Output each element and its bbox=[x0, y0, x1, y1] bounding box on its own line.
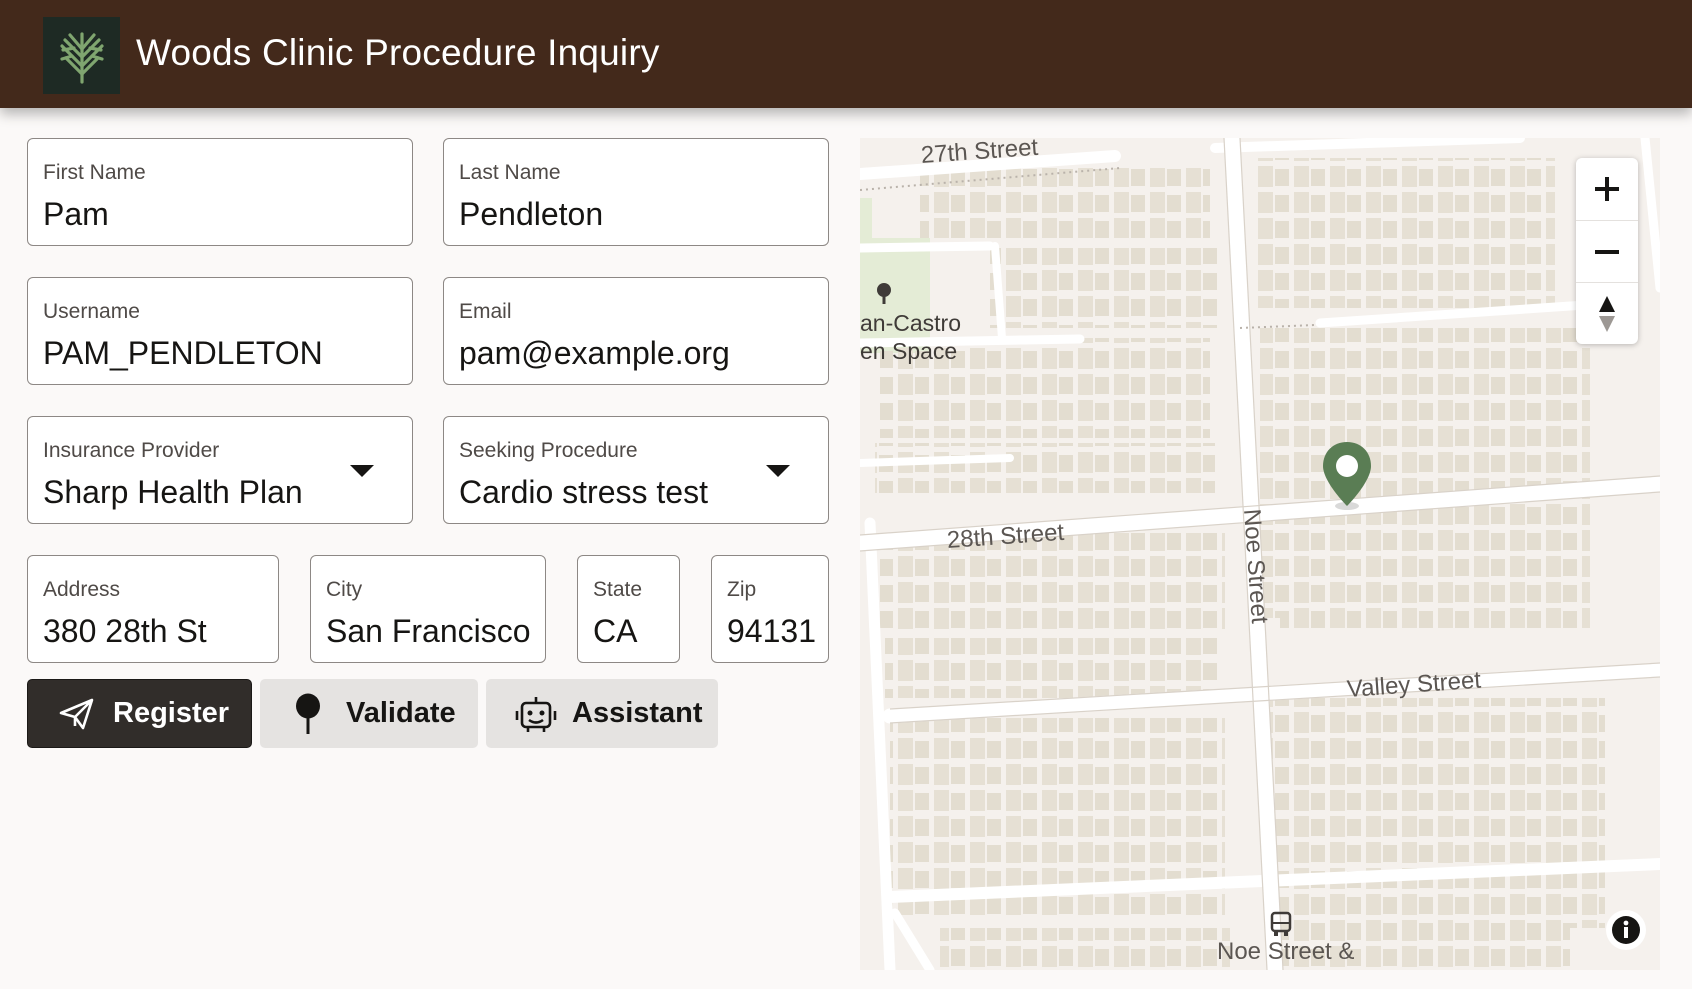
zip-field[interactable]: Zip 94131 bbox=[711, 555, 829, 663]
address-value[interactable]: 380 28th St bbox=[43, 613, 207, 650]
first-name-field[interactable]: First Name Pam bbox=[27, 138, 413, 246]
poi-label-line2: en Space bbox=[860, 338, 958, 364]
city-value[interactable]: San Francisco bbox=[326, 613, 531, 650]
window-edge bbox=[1692, 0, 1704, 989]
last-name-label: Last Name bbox=[459, 161, 561, 184]
last-name-field[interactable]: Last Name Pendleton bbox=[443, 138, 829, 246]
plus-icon bbox=[1595, 177, 1619, 201]
first-name-label: First Name bbox=[43, 161, 146, 184]
assistant-label: Assistant bbox=[572, 697, 703, 729]
assistant-button[interactable]: Assistant bbox=[486, 679, 718, 748]
address-label: Address bbox=[43, 578, 121, 601]
street-label-noe-stop: Noe Street & bbox=[1217, 938, 1355, 965]
minus-icon bbox=[1595, 249, 1619, 254]
register-button[interactable]: Register bbox=[27, 679, 252, 748]
seeking-procedure-select[interactable]: Seeking Procedure Cardio stress test bbox=[443, 416, 829, 524]
compass-button[interactable] bbox=[1576, 282, 1638, 344]
map-zoom-controls bbox=[1576, 158, 1638, 344]
chevron-down-icon[interactable] bbox=[350, 465, 374, 477]
zip-label: Zip bbox=[727, 578, 757, 601]
insurance-provider-label: Insurance Provider bbox=[43, 439, 220, 462]
zip-value[interactable]: 94131 bbox=[727, 613, 816, 650]
last-name-value[interactable]: Pendleton bbox=[459, 196, 603, 233]
seeking-procedure-label: Seeking Procedure bbox=[459, 439, 638, 462]
city-field[interactable]: City San Francisco bbox=[310, 555, 546, 663]
first-name-value[interactable]: Pam bbox=[43, 196, 109, 233]
state-field[interactable]: State CA bbox=[577, 555, 680, 663]
seeking-procedure-value[interactable]: Cardio stress test bbox=[459, 474, 708, 511]
city-label: City bbox=[326, 578, 363, 601]
map-info-button[interactable] bbox=[1606, 910, 1646, 950]
insurance-provider-value[interactable]: Sharp Health Plan bbox=[43, 474, 303, 511]
robot-icon bbox=[515, 694, 557, 734]
email-field[interactable]: Email pam@example.org bbox=[443, 277, 829, 385]
compass-icon bbox=[1599, 295, 1615, 332]
email-value[interactable]: pam@example.org bbox=[459, 335, 730, 372]
validate-label: Validate bbox=[346, 697, 456, 729]
validate-button[interactable]: Validate bbox=[260, 679, 478, 748]
poi-label-line1: an-Castro bbox=[860, 310, 961, 336]
insurance-provider-select[interactable]: Insurance Provider Sharp Health Plan bbox=[27, 416, 413, 524]
bus-stop-icon bbox=[1270, 911, 1292, 942]
map-view[interactable]: 27th Street 28th Street Noe Street Valle… bbox=[860, 138, 1660, 970]
state-value[interactable]: CA bbox=[593, 613, 637, 650]
app-header: Woods Clinic Procedure Inquiry bbox=[0, 0, 1692, 108]
paper-plane-icon bbox=[59, 697, 95, 731]
tree-icon bbox=[872, 281, 896, 310]
username-value[interactable]: PAM_PENDLETON bbox=[43, 335, 323, 372]
username-field[interactable]: Username PAM_PENDLETON bbox=[27, 277, 413, 385]
zoom-in-button[interactable] bbox=[1576, 158, 1638, 220]
map-pin-icon bbox=[295, 693, 321, 735]
location-marker-icon[interactable] bbox=[1320, 440, 1374, 517]
app-title: Woods Clinic Procedure Inquiry bbox=[136, 32, 660, 73]
chevron-down-icon[interactable] bbox=[766, 465, 790, 477]
tree-logo-icon bbox=[43, 17, 120, 94]
address-field[interactable]: Address 380 28th St bbox=[27, 555, 279, 663]
info-icon bbox=[1612, 916, 1640, 944]
state-label: State bbox=[593, 578, 643, 601]
username-label: Username bbox=[43, 300, 140, 323]
email-label: Email bbox=[459, 300, 512, 323]
zoom-out-button[interactable] bbox=[1576, 220, 1638, 282]
register-label: Register bbox=[113, 697, 230, 729]
